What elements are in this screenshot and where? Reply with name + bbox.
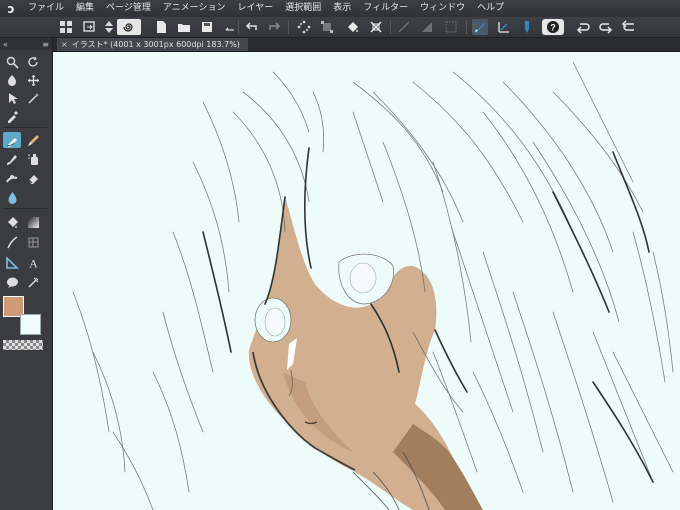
fill-icon[interactable]	[345, 19, 361, 35]
zoom-tool-icon[interactable]	[3, 54, 21, 70]
svg-text:?: ?	[550, 23, 556, 33]
import-icon[interactable]	[81, 19, 97, 35]
frame-tool-icon[interactable]	[24, 234, 42, 250]
panel-menu-icon[interactable]: ≡	[42, 40, 49, 49]
open-folder-icon[interactable]	[176, 19, 192, 35]
scatter-icon[interactable]	[296, 19, 312, 35]
redo-icon[interactable]	[266, 19, 282, 35]
rotate-left-icon[interactable]	[575, 19, 591, 35]
svg-text:A: A	[29, 256, 38, 269]
correction-tool-icon[interactable]	[24, 274, 42, 290]
close-tab-icon[interactable]: ×	[61, 38, 68, 51]
menu-edit[interactable]: 編集	[70, 0, 100, 17]
move-tool-icon[interactable]	[24, 72, 42, 88]
move-layer-tool-icon[interactable]	[3, 72, 21, 88]
airbrush-tool-icon[interactable]	[24, 151, 42, 167]
blend-tool-icon[interactable]	[3, 189, 21, 205]
canvas-tab[interactable]: × イラスト* (4001 x 3001px 600dpi 183.7%)	[57, 38, 248, 51]
spiral-icon[interactable]	[117, 19, 141, 35]
left-iris	[264, 307, 286, 337]
right-iris	[349, 262, 377, 294]
sub-color-swatch[interactable]	[20, 314, 41, 335]
layer-toggle-icon[interactable]	[222, 19, 238, 35]
menu-bar: ↄ ファイル 編集 ページ管理 アニメーション レイヤー 選択範囲 表示 フィル…	[0, 0, 680, 18]
rotate-tool-icon[interactable]	[24, 54, 42, 70]
menu-window[interactable]: ウィンドウ	[414, 0, 471, 17]
canvas-tab-title: イラスト* (4001 x 3001px 600dpi 183.7%)	[71, 40, 240, 49]
collapse-panel-icon[interactable]: «	[3, 40, 8, 49]
illustration-artwork	[72, 61, 674, 510]
brush-tool-icon[interactable]	[3, 151, 21, 167]
eyedropper-tool-icon[interactable]	[3, 108, 21, 124]
transparent-color-swatch[interactable]	[3, 340, 43, 350]
reset-rotation-icon[interactable]	[621, 19, 637, 35]
new-file-icon[interactable]	[153, 19, 169, 35]
drawing-canvas[interactable]	[53, 52, 680, 510]
select-wand-icon[interactable]	[24, 90, 42, 106]
menu-animation[interactable]: アニメーション	[157, 0, 232, 17]
rotate-right-icon[interactable]	[598, 19, 614, 35]
transform-icon[interactable]	[319, 19, 335, 35]
ink-icon[interactable]	[519, 19, 535, 35]
object-tool-icon[interactable]	[3, 90, 21, 106]
menu-view[interactable]: 表示	[327, 0, 357, 17]
ruler-icon[interactable]	[496, 19, 512, 35]
crop-icon[interactable]	[368, 19, 384, 35]
pen-tool-icon[interactable]	[3, 132, 21, 148]
tool-panel: « ≡ A	[0, 38, 53, 510]
balloon-tool-icon[interactable]	[3, 274, 21, 290]
pen-select-icon[interactable]	[472, 19, 488, 35]
fill-tool-icon[interactable]	[3, 214, 21, 230]
help-icon[interactable]: ?	[542, 19, 564, 35]
undo-icon[interactable]	[244, 19, 260, 35]
text-tool-icon[interactable]: A	[24, 254, 42, 270]
menu-layer[interactable]: レイヤー	[232, 0, 280, 17]
command-bar: ?	[0, 17, 680, 38]
tool-panel-header: « ≡	[0, 38, 52, 50]
gradient-tool-icon[interactable]	[24, 214, 42, 230]
decoration-tool-icon[interactable]	[3, 170, 21, 186]
menu-file[interactable]: ファイル	[22, 0, 70, 17]
menu-page[interactable]: ページ管理	[100, 0, 157, 17]
layer-mask-icon[interactable]	[419, 19, 435, 35]
figure-tool-icon[interactable]	[3, 234, 21, 250]
eraser-tool-icon[interactable]	[24, 170, 42, 186]
select-all-icon[interactable]	[443, 19, 459, 35]
ruler-tool-icon[interactable]	[3, 254, 21, 270]
menu-help[interactable]: ヘルプ	[471, 0, 510, 17]
pencil-tool-icon[interactable]	[24, 132, 42, 148]
menu-filter[interactable]: フィルター	[357, 0, 414, 17]
grid-icon[interactable]	[58, 19, 74, 35]
canvas-tab-bar: × イラスト* (4001 x 3001px 600dpi 183.7%)	[53, 38, 680, 52]
menu-selection[interactable]: 選択範囲	[279, 0, 327, 17]
clear-icon[interactable]	[396, 19, 412, 35]
up-down-icon[interactable]	[101, 19, 117, 35]
save-icon[interactable]	[199, 19, 215, 35]
app-logo-icon[interactable]: ↄ	[0, 0, 22, 17]
